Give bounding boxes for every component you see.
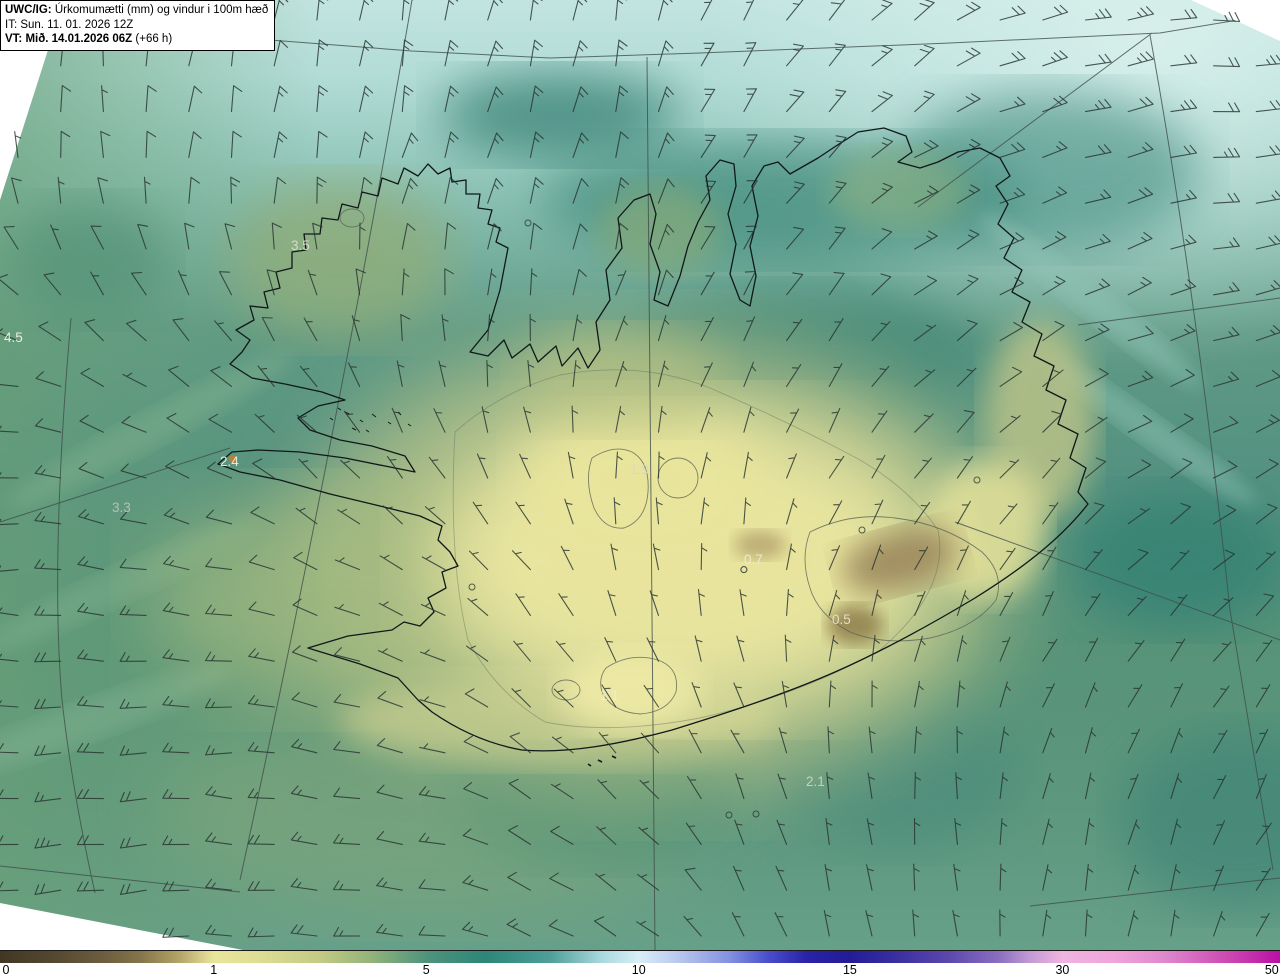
contour-label: 0.7	[744, 552, 763, 567]
contour-label: 3.3	[112, 500, 131, 515]
weather-map-viewport: 4.5 3.5 3.3 2.4 1.9 0.7 0.5 1.1 2.1 UWC/IG: Úrko…	[0, 0, 1280, 978]
colorbar-tick-label: 1	[210, 963, 218, 977]
contour-label: 3.5	[291, 238, 310, 253]
title-line-3-valid-time: VT: Mið. 14.01.2026 06Z (+66 h)	[5, 33, 173, 46]
colorbar-tick-label: 0	[2, 963, 10, 977]
colorbar-ticks: 0 1 5 10 15 30 50	[0, 963, 1280, 978]
contour-label: 1.1	[600, 688, 619, 703]
title-line-1: UWC/IG: Úrkomumætti (mm) og vindur i 100…	[5, 4, 269, 16]
colorbar-tick-label: 15	[842, 963, 857, 977]
model-id: UWC/IG:	[5, 4, 52, 16]
colorbar-gradient	[0, 950, 1280, 963]
precip-colorbar: 0 1 5 10 15 30 50	[0, 950, 1280, 978]
map-title-box: UWC/IG: Úrkomumætti (mm) og vindur i 100…	[0, 0, 276, 52]
colorbar-tick-label: 30	[1055, 963, 1070, 977]
colorbar-tick-label: 50	[1264, 963, 1279, 977]
title-line-2-init-time: IT: Sun. 11. 01. 2026 12Z	[5, 18, 134, 31]
contour-label: 2.4	[220, 454, 239, 469]
contour-label: 4.5	[4, 330, 23, 345]
contour-label: 0.5	[832, 612, 851, 627]
contour-label: 2.1	[806, 774, 825, 789]
colorbar-tick-label: 10	[631, 963, 646, 977]
contour-label: 1.9	[630, 462, 649, 477]
map-canvas: 4.5 3.5 3.3 2.4 1.9 0.7 0.5 1.1 2.1	[0, 0, 1280, 950]
colorbar-tick-label: 5	[422, 963, 430, 977]
